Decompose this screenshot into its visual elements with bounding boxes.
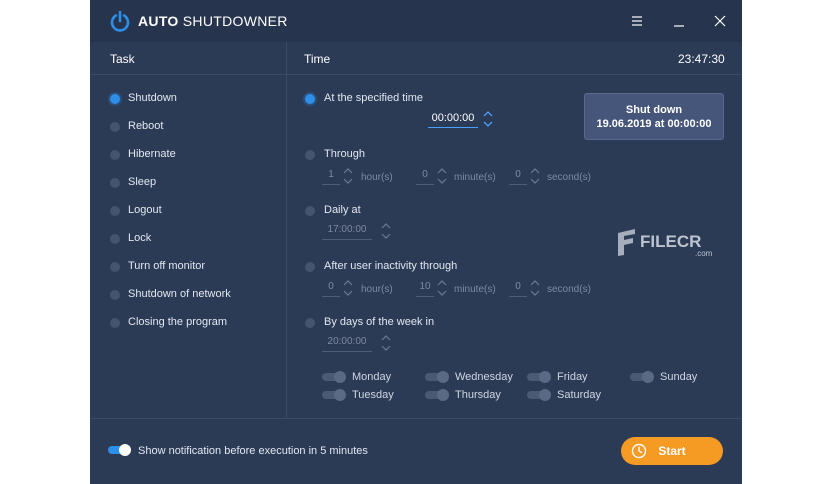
radio-button[interactable] <box>305 206 315 216</box>
inactivity-minutes-stepper-icon[interactable] <box>437 278 447 298</box>
through-hours-input[interactable]: 1 <box>322 166 340 185</box>
toggle-switch[interactable] <box>425 371 449 383</box>
inactivity-minutes-input[interactable]: 10 <box>416 278 434 297</box>
start-button[interactable]: Start <box>621 437 723 465</box>
toggle-switch[interactable] <box>527 389 551 401</box>
radio-button[interactable] <box>110 234 120 244</box>
radio-button[interactable] <box>110 206 120 216</box>
shutdown-summary-box: Shut down 19.06.2019 at 00:00:00 <box>584 93 724 140</box>
through-seconds-unit: second(s) <box>547 172 591 183</box>
header-divider <box>90 74 742 75</box>
radio-button[interactable] <box>110 262 120 272</box>
column-divider <box>286 42 287 418</box>
power-icon <box>110 10 130 32</box>
radio-button[interactable] <box>110 318 120 328</box>
radio-button[interactable] <box>110 150 120 160</box>
radio-button[interactable] <box>110 94 120 104</box>
through-minutes-stepper-icon[interactable] <box>437 166 447 186</box>
footer-divider <box>90 418 742 419</box>
inactivity-minutes-unit: minute(s) <box>454 284 496 295</box>
daily-time-stepper-icon[interactable] <box>381 221 391 241</box>
weekdays-time-input[interactable]: 20:00:00 <box>322 333 372 352</box>
current-clock: 23:47:30 <box>678 52 725 66</box>
through-hours-stepper-icon[interactable] <box>343 166 353 186</box>
minimize-icon[interactable] <box>668 10 690 32</box>
svg-text:.com: .com <box>695 249 713 258</box>
notification-label: Show notification before execution in 5 … <box>138 445 368 457</box>
radio-button[interactable] <box>110 290 120 300</box>
inactivity-hours-input[interactable]: 0 <box>322 278 340 297</box>
svg-text:FILECR: FILECR <box>640 232 701 251</box>
radio-button[interactable] <box>305 318 315 328</box>
radio-button[interactable] <box>305 262 315 272</box>
filecr-watermark-logo: FILECR .com <box>618 229 713 258</box>
inactivity-seconds-stepper-icon[interactable] <box>530 278 540 298</box>
title-bar: AUTO SHUTDOWNER <box>90 0 742 42</box>
specified-time-stepper-icon[interactable] <box>483 109 493 129</box>
inactivity-seconds-input[interactable]: 0 <box>509 278 527 297</box>
app-title: AUTO SHUTDOWNER <box>138 13 288 29</box>
toggle-switch[interactable] <box>630 371 654 383</box>
task-header: Task <box>110 52 135 66</box>
daily-time-input[interactable]: 17:00:00 <box>322 221 372 240</box>
radio-button[interactable] <box>110 178 120 188</box>
time-header: Time <box>304 52 331 66</box>
toggle-switch[interactable] <box>527 371 551 383</box>
menu-icon[interactable] <box>626 10 648 32</box>
through-hours-unit: hour(s) <box>361 172 393 183</box>
weekdays-time-stepper-icon[interactable] <box>381 333 391 353</box>
radio-button[interactable] <box>110 122 120 132</box>
specified-time-input[interactable]: 00:00:00 <box>428 109 478 128</box>
inactivity-seconds-unit: second(s) <box>547 284 591 295</box>
toggle-switch[interactable] <box>322 389 346 401</box>
through-minutes-unit: minute(s) <box>454 172 496 183</box>
radio-button[interactable] <box>305 94 315 104</box>
inactivity-hours-stepper-icon[interactable] <box>343 278 353 298</box>
through-seconds-stepper-icon[interactable] <box>530 166 540 186</box>
through-minutes-input[interactable]: 0 <box>416 166 434 185</box>
inactivity-hours-unit: hour(s) <box>361 284 393 295</box>
toggle-switch[interactable] <box>425 389 449 401</box>
close-icon[interactable] <box>709 10 731 32</box>
radio-button[interactable] <box>305 150 315 160</box>
through-seconds-input[interactable]: 0 <box>509 166 527 185</box>
toggle-switch[interactable] <box>322 371 346 383</box>
notification-toggle[interactable] <box>108 444 131 456</box>
